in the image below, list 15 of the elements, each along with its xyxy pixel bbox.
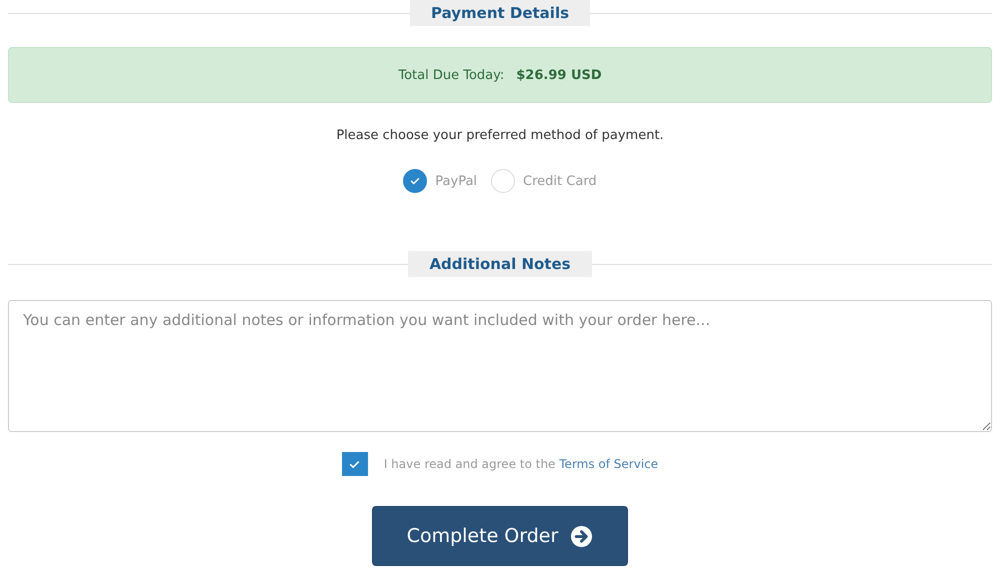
agreement-text: I have read and agree to the Terms of Service bbox=[384, 457, 658, 471]
total-label: Total Due Today: bbox=[398, 68, 504, 82]
arrow-right-icon bbox=[570, 524, 594, 548]
notes-field[interactable]: You can enter any additional notes or information you want included with your order here... bbox=[8, 300, 992, 432]
check-icon bbox=[409, 175, 422, 187]
section-heading: Additional Notes bbox=[408, 251, 592, 277]
payment-prompt: Please choose your preferred method of payment. bbox=[335, 127, 665, 145]
radio-label: Credit Card bbox=[523, 174, 597, 188]
total-amount: $26.99 USD bbox=[516, 68, 602, 82]
radio-button[interactable] bbox=[403, 169, 428, 193]
radio-label: PayPal bbox=[435, 174, 478, 188]
complete-order-button[interactable]: Complete Order bbox=[372, 506, 628, 566]
checkbox[interactable] bbox=[342, 452, 368, 476]
terms-link[interactable]: Terms of Service bbox=[559, 457, 658, 471]
section-heading: Payment Details bbox=[410, 0, 590, 26]
